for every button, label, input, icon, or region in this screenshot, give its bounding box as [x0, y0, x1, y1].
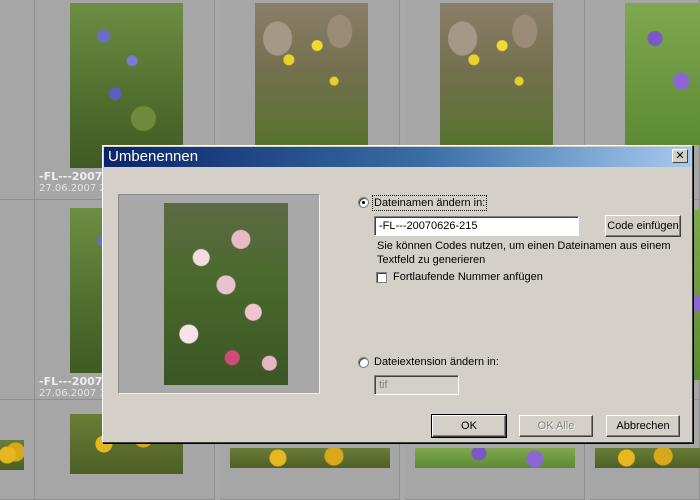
hint-text-line1: Sie können Codes nutzen, um einen Datein…: [377, 240, 671, 252]
thumbnail-date: 27.06.2007 2: [39, 183, 106, 194]
ok-button[interactable]: OK: [431, 414, 507, 438]
append-sequence-label[interactable]: Fortlaufende Nummer anfügen: [393, 271, 543, 283]
thumbnail-date: 27.06.2007 1: [39, 388, 106, 399]
ok-all-button[interactable]: OK Alle: [519, 415, 593, 437]
rename-dialog: Umbenennen ✕ Dateinamen ändern in: -FL--…: [102, 145, 693, 443]
insert-code-button[interactable]: Code einfügen: [605, 215, 681, 237]
thumbnail-cell[interactable]: [0, 200, 35, 400]
thumbnail-image[interactable]: [595, 448, 700, 468]
thumbnail-cell[interactable]: [0, 400, 35, 500]
filename-input[interactable]: -FL---20070626-215: [374, 216, 579, 236]
thumbnail-image[interactable]: [230, 448, 390, 468]
close-button[interactable]: ✕: [672, 149, 688, 163]
change-extension-label[interactable]: Dateiextension ändern in:: [374, 356, 499, 368]
image-preview-frame: [118, 194, 320, 394]
dialog-titlebar[interactable]: Umbenennen ✕: [104, 147, 691, 167]
thumbnail-image[interactable]: [440, 3, 553, 145]
cancel-button[interactable]: Abbrechen: [606, 415, 680, 437]
dialog-title: Umbenennen: [108, 148, 199, 165]
append-sequence-checkbox[interactable]: [376, 272, 387, 283]
extension-input[interactable]: tif: [374, 375, 459, 395]
thumbnail-image[interactable]: [255, 3, 368, 145]
thumbnail-cell[interactable]: [0, 0, 35, 200]
close-icon: ✕: [675, 149, 685, 162]
change-extension-radio[interactable]: [358, 357, 369, 368]
thumbnail-caption: -FL---20070: [39, 170, 111, 183]
thumbnail-image[interactable]: [625, 3, 700, 145]
rename-filename-radio[interactable]: [358, 197, 369, 208]
thumbnail-image[interactable]: [415, 448, 575, 468]
hint-text-line2: Textfeld zu generieren: [377, 254, 486, 266]
image-preview: [164, 203, 288, 385]
thumbnail-caption: -FL---20070: [39, 375, 111, 388]
rename-filename-label[interactable]: Dateinamen ändern in:: [371, 195, 488, 211]
thumbnail-image[interactable]: [70, 3, 183, 168]
